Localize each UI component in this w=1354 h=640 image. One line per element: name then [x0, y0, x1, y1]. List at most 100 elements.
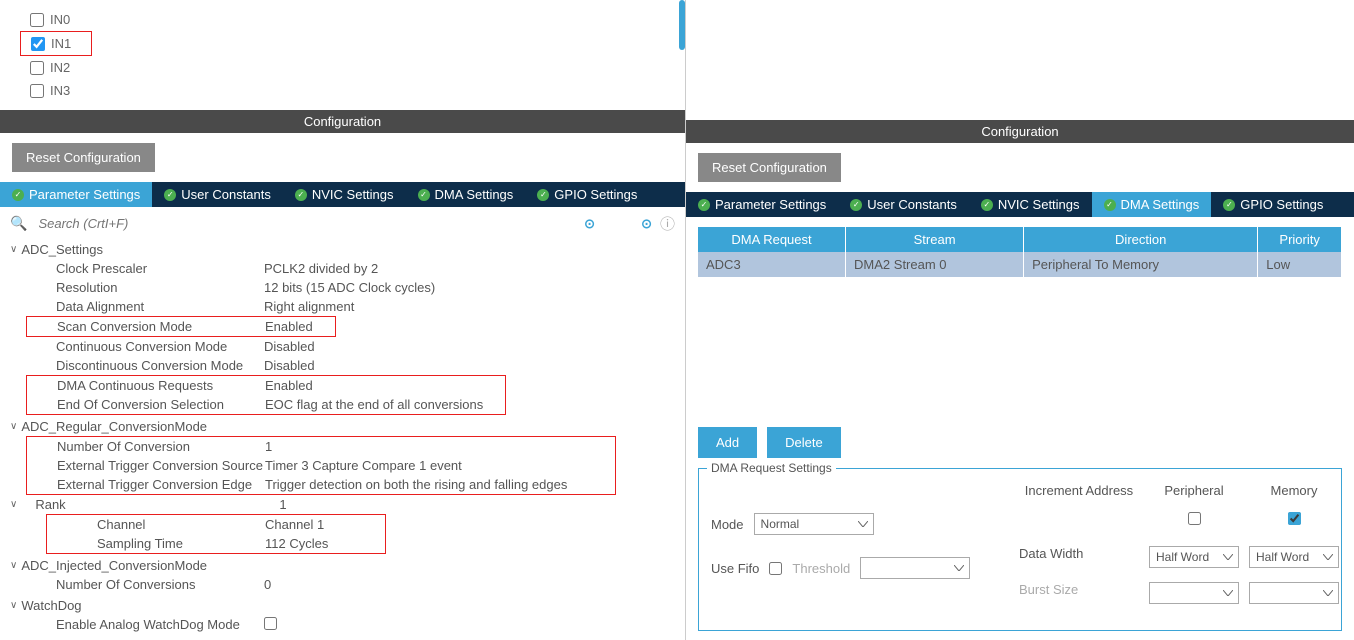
threshold-label: Threshold	[792, 561, 850, 576]
prop-resolution[interactable]: Resolution12 bits (15 ADC Clock cycles)	[26, 278, 675, 297]
section-adc-settings-header[interactable]: ∨ADC_Settings	[10, 240, 675, 259]
info-icon[interactable]: ⓘ	[660, 213, 675, 234]
scrollbar-thumb[interactable]	[679, 0, 685, 50]
rank-header[interactable]: ∨Rank1	[26, 495, 675, 514]
dma-table: DMA Request Stream Direction Priority AD…	[698, 227, 1342, 277]
left-panel: IN0 IN1 IN2 IN3 Configuration Reset Conf…	[0, 0, 686, 640]
tab-gpio-settings[interactable]: ✓GPIO Settings	[525, 182, 649, 207]
watchdog-checkbox[interactable]	[264, 617, 277, 630]
prop-ext-trigger-source[interactable]: External Trigger Conversion SourceTimer …	[27, 456, 615, 475]
prop-data-alignment[interactable]: Data AlignmentRight alignment	[26, 297, 675, 316]
prop-scan-conversion-mode[interactable]: Scan Conversion ModeEnabled	[26, 316, 336, 337]
mode-label: Mode	[711, 517, 744, 532]
channel-in2-label: IN2	[50, 60, 70, 75]
prop-continuous-conversion-mode[interactable]: Continuous Conversion ModeDisabled	[26, 337, 675, 356]
reset-configuration-button-right[interactable]: Reset Configuration	[698, 153, 841, 182]
check-icon: ✓	[698, 199, 710, 211]
right-reset-row: Reset Configuration	[686, 143, 1354, 192]
check-icon: ✓	[164, 189, 176, 201]
tab-gpio-settings-r[interactable]: ✓GPIO Settings	[1211, 192, 1335, 217]
prop-ext-trigger-edge[interactable]: External Trigger Conversion EdgeTrigger …	[27, 475, 615, 494]
chevron-down-icon: ∨	[10, 499, 17, 510]
channel-in1-label: IN1	[51, 36, 71, 51]
prop-clock-prescaler[interactable]: Clock PrescalerPCLK2 divided by 2	[26, 259, 675, 278]
tab-user-constants[interactable]: ✓User Constants	[152, 182, 283, 207]
th-priority[interactable]: Priority	[1258, 227, 1342, 252]
tab-dma-settings-r[interactable]: ✓DMA Settings	[1092, 192, 1212, 217]
dma-table-row[interactable]: ADC3 DMA2 Stream 0 Peripheral To Memory …	[698, 252, 1342, 277]
nav-prev-icon[interactable]: ⊙	[584, 216, 595, 232]
check-icon: ✓	[295, 189, 307, 201]
search-input[interactable]	[35, 213, 576, 234]
tab-parameter-settings-r[interactable]: ✓Parameter Settings	[686, 192, 838, 217]
tab-dma-settings[interactable]: ✓DMA Settings	[406, 182, 526, 207]
check-icon: ✓	[537, 189, 549, 201]
th-dma-request[interactable]: DMA Request	[698, 227, 846, 252]
prop-sampling-time[interactable]: Sampling Time112 Cycles	[47, 534, 385, 553]
burst-size-memory-select[interactable]	[1249, 582, 1339, 604]
prop-channel[interactable]: ChannelChannel 1	[47, 515, 385, 534]
increment-peripheral-checkbox[interactable]	[1188, 512, 1201, 525]
tab-user-constants-r[interactable]: ✓User Constants	[838, 192, 969, 217]
left-config-header: Configuration	[0, 110, 685, 133]
left-tabs: ✓Parameter Settings ✓User Constants ✓NVI…	[0, 182, 685, 207]
channel-in1-checkbox[interactable]	[31, 37, 45, 51]
nav-next-icon[interactable]: ⊙	[641, 216, 652, 232]
burst-size-label: Burst Size	[1019, 582, 1139, 604]
section-adc-regular: ∨ADC_Regular_ConversionMode Number Of Co…	[10, 417, 675, 554]
fieldset-legend: DMA Request Settings	[707, 461, 836, 475]
th-stream[interactable]: Stream	[846, 227, 1024, 252]
channel-in3-checkbox[interactable]	[30, 84, 44, 98]
prop-number-of-conversion[interactable]: Number Of Conversion1	[27, 437, 615, 456]
increment-memory-checkbox[interactable]	[1288, 512, 1301, 525]
chevron-down-icon: ∨	[10, 600, 17, 611]
delete-button[interactable]: Delete	[767, 427, 841, 458]
prop-enable-analog-watchdog[interactable]: Enable Analog WatchDog Mode	[26, 615, 675, 635]
use-fifo-checkbox[interactable]	[769, 562, 782, 575]
right-config-header: Configuration	[686, 120, 1354, 143]
prop-injected-num-conversions[interactable]: Number Of Conversions0	[26, 575, 675, 594]
reset-configuration-button[interactable]: Reset Configuration	[12, 143, 155, 172]
search-row: 🔍 ⊙ ⊙ ⓘ	[0, 207, 685, 240]
data-width-peripheral-select[interactable]: Half Word	[1149, 546, 1239, 568]
tab-parameter-settings[interactable]: ✓Parameter Settings	[0, 182, 152, 207]
dma-request-settings-fieldset: DMA Request Settings Mode Normal Use Fif…	[698, 468, 1342, 631]
add-button[interactable]: Add	[698, 427, 757, 458]
check-icon: ✓	[850, 199, 862, 211]
channel-in0[interactable]: IN0	[20, 8, 665, 31]
threshold-select[interactable]	[860, 557, 970, 579]
channel-in3[interactable]: IN3	[20, 79, 665, 102]
data-width-memory-select[interactable]: Half Word	[1249, 546, 1339, 568]
section-adc-regular-header[interactable]: ∨ADC_Regular_ConversionMode	[10, 417, 675, 436]
use-fifo-label: Use Fifo	[711, 561, 759, 576]
channel-in1[interactable]: IN1	[20, 31, 92, 56]
channel-in2[interactable]: IN2	[20, 56, 665, 79]
channel-in3-label: IN3	[50, 83, 70, 98]
channel-in2-checkbox[interactable]	[30, 61, 44, 75]
prop-discontinuous-conversion-mode[interactable]: Discontinuous Conversion ModeDisabled	[26, 356, 675, 375]
tab-nvic-settings[interactable]: ✓NVIC Settings	[283, 182, 406, 207]
chevron-down-icon: ∨	[10, 421, 17, 432]
tab-nvic-settings-r[interactable]: ✓NVIC Settings	[969, 192, 1092, 217]
prop-eoc-selection[interactable]: End Of Conversion SelectionEOC flag at t…	[27, 395, 505, 414]
th-direction[interactable]: Direction	[1024, 227, 1258, 252]
data-width-label: Data Width	[1019, 546, 1139, 568]
channel-in0-checkbox[interactable]	[30, 13, 44, 27]
burst-size-peripheral-select[interactable]	[1149, 582, 1239, 604]
prop-dma-continuous-requests[interactable]: DMA Continuous RequestsEnabled	[27, 376, 505, 395]
section-adc-injected-header[interactable]: ∨ADC_Injected_ConversionMode	[10, 556, 675, 575]
check-icon: ✓	[12, 189, 24, 201]
check-icon: ✓	[1223, 199, 1235, 211]
memory-header: Memory	[1249, 483, 1339, 498]
section-watchdog-header[interactable]: ∨WatchDog	[10, 596, 675, 615]
right-content: DMA Request Stream Direction Priority AD…	[686, 217, 1354, 640]
section-adc-injected: ∨ADC_Injected_ConversionMode Number Of C…	[10, 556, 675, 594]
channel-in0-label: IN0	[50, 12, 70, 27]
mode-select[interactable]: Normal	[754, 513, 874, 535]
peripheral-header: Peripheral	[1149, 483, 1239, 498]
check-icon: ✓	[1104, 199, 1116, 211]
section-watchdog: ∨WatchDog Enable Analog WatchDog Mode	[10, 596, 675, 635]
search-icon: 🔍	[10, 215, 27, 232]
section-adc-settings: ∨ADC_Settings Clock PrescalerPCLK2 divid…	[10, 240, 675, 415]
chevron-down-icon: ∨	[10, 244, 17, 255]
